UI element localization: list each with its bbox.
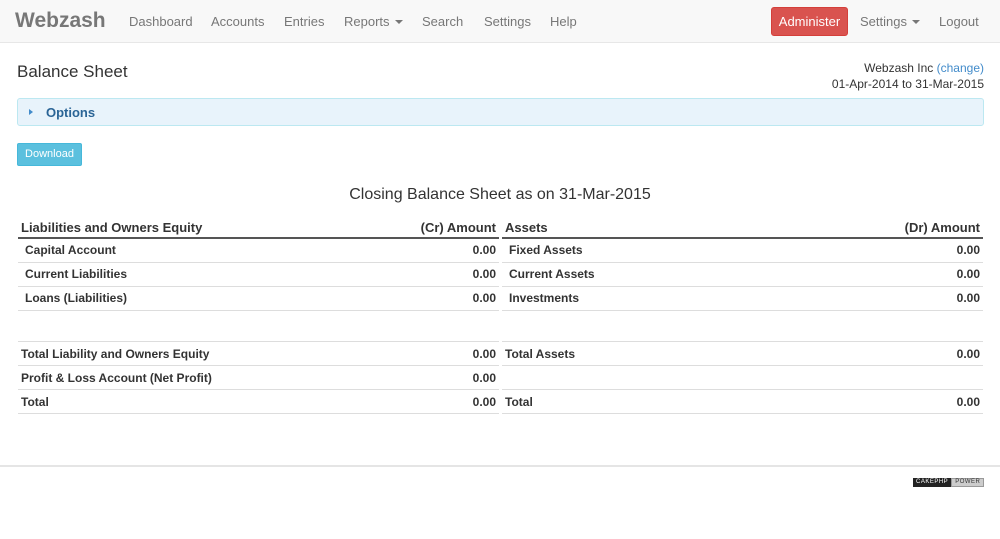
table-row: Investments 0.00 [502,286,983,311]
liabilities-header: Liabilities and Owners Equity [18,218,354,239]
cr-amount-header: (Cr) Amount [353,218,499,239]
settings-dropdown-label: Settings [860,14,907,29]
total-amount: 0.00 [436,341,499,366]
nav-reports[interactable]: Reports [344,14,403,29]
total-row [502,365,983,390]
total-amount: 0.00 [436,389,499,414]
total-label: Total Assets [502,341,849,366]
footer-divider [0,465,1000,467]
settings-dropdown[interactable]: Settings [860,14,920,29]
total-row: Total Liability and Owners Equity 0.00 [18,341,499,366]
total-row: Total Assets 0.00 [502,341,983,366]
account-amount: 0.00 [353,286,499,311]
table-row: Current Assets 0.00 [502,262,983,287]
account-amount: 0.00 [353,262,499,287]
nav-dashboard[interactable]: Dashboard [129,14,193,29]
sheet-title: Closing Balance Sheet as on 31-Mar-2015 [349,186,651,203]
assets-header: Assets [502,218,762,239]
total-row: Total 0.00 [502,389,983,414]
badge-right-text: POWER [951,478,985,487]
assets-table: Assets (Dr) Amount Fixed Assets 0.00 Cur… [502,218,983,311]
change-company-link[interactable]: (change) [937,61,984,75]
total-label: Profit & Loss Account (Net Profit) [18,365,437,390]
nav-search[interactable]: Search [422,14,463,29]
logout-link[interactable]: Logout [939,14,979,29]
expand-arrow-icon [29,109,33,115]
fiscal-period: 01-Apr-2014 to 31-Mar-2015 [831,77,984,91]
company-name: Webzash Inc [864,61,934,75]
assets-totals-table: Total Assets 0.00 Total 0.00 [502,341,983,414]
account-name[interactable]: Investments [502,286,762,311]
nav-settings[interactable]: Settings [484,14,531,29]
account-name[interactable]: Current Liabilities [18,262,354,287]
account-amount: 0.00 [761,238,983,263]
table-row: Current Liabilities 0.00 [18,262,499,287]
total-amount: 0.00 [849,389,983,414]
administer-button[interactable]: Administer [771,7,848,36]
nav-reports-label: Reports [344,14,390,29]
download-button[interactable]: Download [17,143,82,166]
account-name[interactable]: Fixed Assets [502,238,762,263]
total-label: Total Liability and Owners Equity [18,341,437,366]
total-amount [849,365,983,390]
account-amount: 0.00 [761,286,983,311]
account-amount: 0.00 [353,238,499,263]
cakephp-power-badge[interactable]: CAKEPHP POWER [913,478,985,487]
table-row: Loans (Liabilities) 0.00 [18,286,499,311]
account-name[interactable]: Loans (Liabilities) [18,286,354,311]
total-row: Profit & Loss Account (Net Profit) 0.00 [18,365,499,390]
company-info: Webzash Inc (change) 01-Apr-2014 to 31-M… [832,60,984,92]
nav-entries[interactable]: Entries [284,14,324,29]
account-amount: 0.00 [761,262,983,287]
nav-help[interactable]: Help [550,14,577,29]
brand-logo[interactable]: Webzash [15,9,106,33]
total-amount: 0.00 [849,341,983,366]
total-row: Total 0.00 [18,389,499,414]
table-row: Fixed Assets 0.00 [502,238,983,263]
total-label [502,365,849,390]
dr-amount-header: (Dr) Amount [761,218,983,239]
total-amount: 0.00 [436,365,499,390]
account-name[interactable]: Capital Account [18,238,354,263]
navbar: Webzash Dashboard Accounts Entries Repor… [0,0,1000,43]
nav-accounts[interactable]: Accounts [211,14,264,29]
liabilities-totals-table: Total Liability and Owners Equity 0.00 P… [18,341,499,414]
options-label: Options [46,105,96,120]
caret-down-icon [394,20,403,24]
account-name[interactable]: Current Assets [502,262,762,287]
total-label: Total [502,389,849,414]
options-panel[interactable]: Options [17,98,984,126]
caret-down-icon [911,20,920,24]
liabilities-table: Liabilities and Owners Equity (Cr) Amoun… [18,218,499,311]
badge-left-text: CAKEPHP [913,478,952,487]
table-row: Capital Account 0.00 [18,238,499,263]
total-label: Total [18,389,437,414]
page-title: Balance Sheet [17,62,128,81]
